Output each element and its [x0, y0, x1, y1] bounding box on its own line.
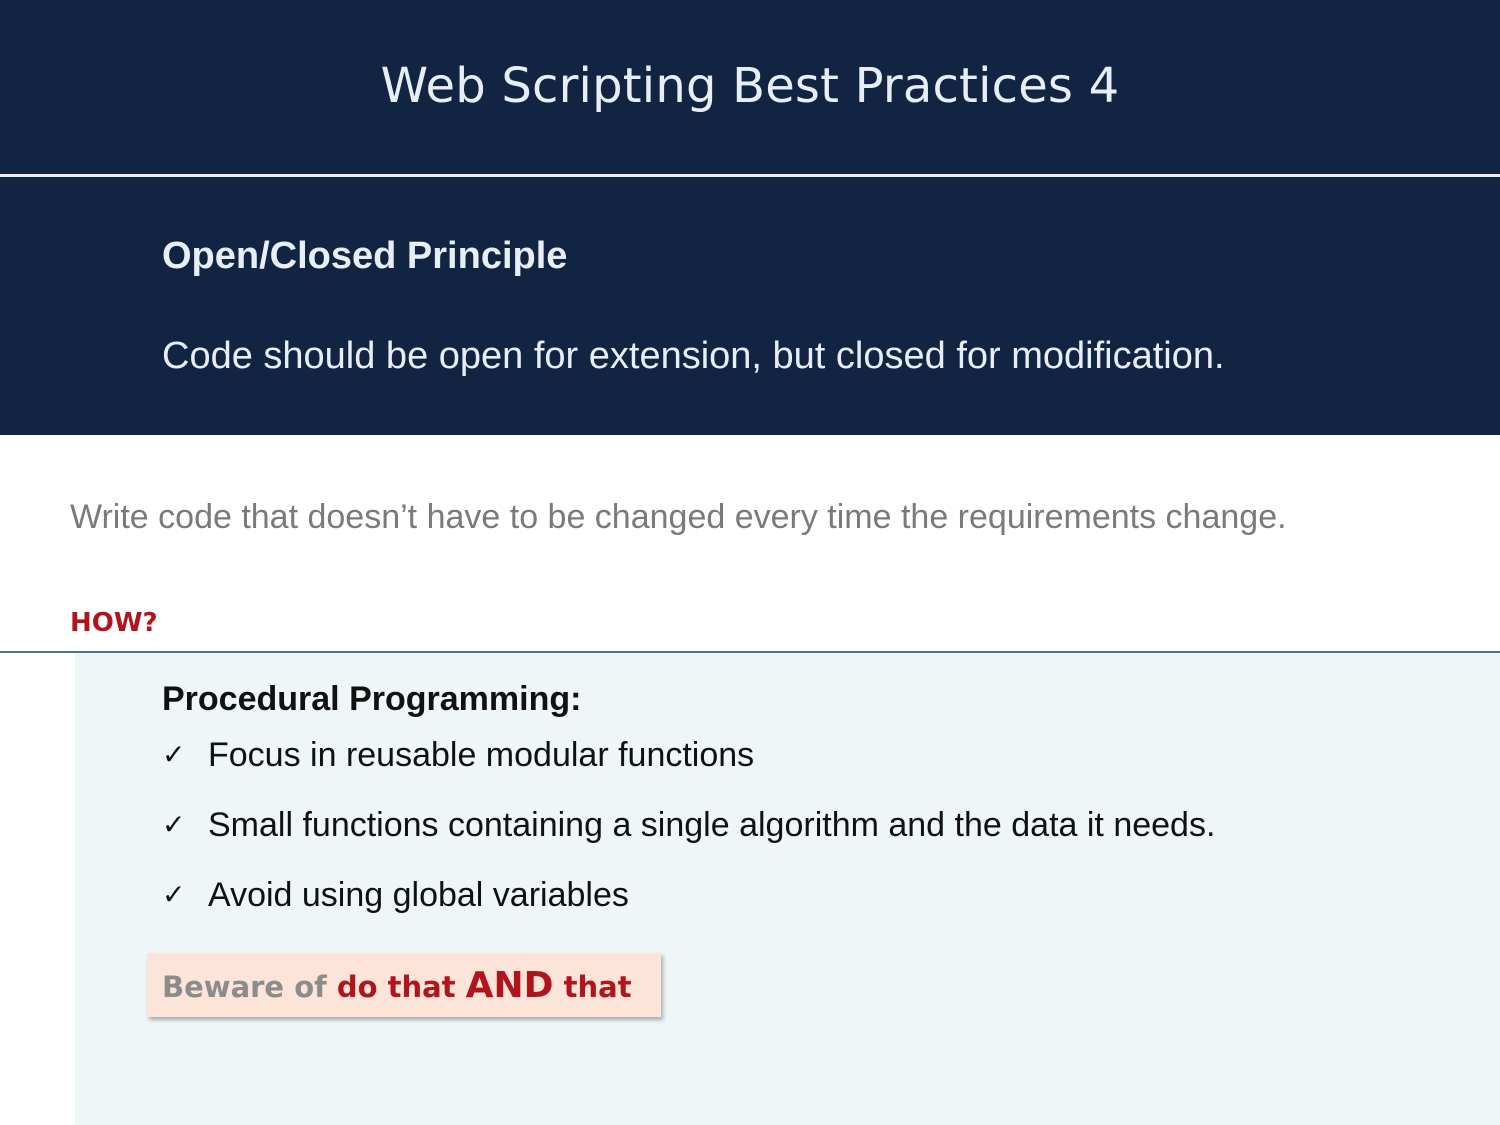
intro-text: Write code that doesn’t have to be chang…: [70, 498, 1287, 536]
checkmark-icon: ✓: [162, 808, 186, 841]
principle-statement: Code should be open for extension, but c…: [162, 335, 1225, 377]
panel-heading: Procedural Programming:: [162, 680, 582, 718]
callout-emphasis: do that: [336, 970, 466, 1004]
bullet-text: Small functions containing a single algo…: [208, 806, 1216, 844]
callout-text: Beware of do that AND that: [162, 965, 632, 1008]
bullet-text: Focus in reusable modular functions: [208, 736, 755, 774]
callout-strong-word: AND: [465, 965, 554, 1006]
callout-box: Beware of do that AND that: [147, 953, 661, 1017]
principle-heading: Open/Closed Principle: [162, 235, 568, 277]
bullet-text: Avoid using global variables: [208, 876, 629, 914]
principle-band: [0, 177, 1500, 435]
slide-title: Web Scripting Best Practices 4: [380, 58, 1120, 114]
how-label: HOW?: [70, 608, 158, 638]
checkmark-icon: ✓: [162, 738, 186, 771]
checkmark-icon: ✓: [162, 878, 186, 911]
callout-emphasis-end: that: [553, 970, 632, 1004]
callout-lead: Beware of: [162, 970, 337, 1004]
